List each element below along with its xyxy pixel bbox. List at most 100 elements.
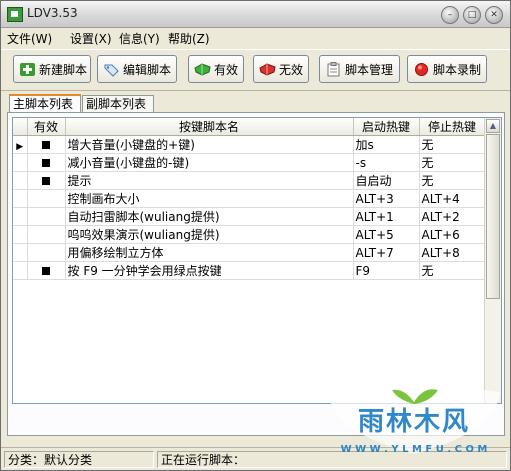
scroll-up-arrow-icon[interactable]: ▲ <box>486 119 500 133</box>
table-row[interactable]: 呜呜效果演示(wuliang提供) ALT+5 ALT+6 <box>13 225 486 244</box>
disable-button[interactable]: 无效 <box>253 55 309 83</box>
start-hotkey-cell[interactable]: 加s <box>353 135 420 154</box>
row-indicator <box>13 261 28 280</box>
menu-info[interactable]: 信息(Y) <box>119 30 160 47</box>
row-indicator <box>13 189 28 208</box>
start-hotkey-cell[interactable]: -s <box>353 153 420 172</box>
table-row[interactable]: 按 F9 一分钟学会用绿点按键 F9 无 <box>13 261 486 280</box>
status-category: 分类：默认分类 <box>4 451 154 468</box>
clipboard-icon <box>325 61 342 77</box>
script-record-button[interactable]: 脚本录制 <box>407 55 487 83</box>
tab-sub-scripts[interactable]: 副脚本列表 <box>82 95 154 112</box>
row-indicator <box>13 243 28 262</box>
green-gem-icon <box>194 62 211 77</box>
start-hotkey-cell[interactable]: ALT+5 <box>353 225 420 244</box>
script-manage-button[interactable]: 脚本管理 <box>319 55 400 83</box>
stop-hotkey-cell[interactable]: 无 <box>419 261 486 280</box>
script-record-label: 脚本录制 <box>433 62 482 77</box>
col-header-stop-hotkey[interactable]: 停止热键 <box>419 118 486 136</box>
table-row[interactable]: 控制画布大小 ALT+3 ALT+4 <box>13 189 486 208</box>
col-header-start-hotkey[interactable]: 启动热键 <box>353 118 420 136</box>
menu-help[interactable]: 帮助(Z) <box>168 30 210 47</box>
table-row[interactable]: 减小音量(小键盘的-键) -s 无 <box>13 153 486 172</box>
stop-hotkey-cell[interactable]: 无 <box>419 135 486 154</box>
script-name-cell[interactable]: 自动扫雷脚本(wuliang提供) <box>65 207 354 226</box>
plus-icon <box>19 62 36 77</box>
close-icon: ✕ <box>490 10 498 20</box>
active-cell[interactable] <box>27 171 66 190</box>
stop-hotkey-cell[interactable]: ALT+4 <box>419 189 486 208</box>
script-table: 有效 按键脚本名 启动热键 停止热键 ▶ 增大音量(小键盘的+键) 加s 无减小音量(… <box>12 117 502 404</box>
start-hotkey-cell[interactable]: F9 <box>353 261 420 280</box>
col-header-name[interactable]: 按键脚本名 <box>65 118 354 136</box>
disable-label: 无效 <box>279 62 304 77</box>
watermark-brand: 雨林木风 <box>358 407 470 437</box>
enable-label: 有效 <box>214 62 239 77</box>
start-hotkey-cell[interactable]: ALT+7 <box>353 243 420 262</box>
minimize-button[interactable]: – <box>441 6 459 24</box>
active-cell[interactable] <box>27 135 66 154</box>
stop-hotkey-cell[interactable]: ALT+6 <box>419 225 486 244</box>
window-title: LDV3.53 <box>27 6 78 20</box>
maximize-button[interactable]: □ <box>463 6 481 24</box>
active-cell[interactable] <box>27 189 66 208</box>
edit-script-button[interactable]: 编辑脚本 <box>97 55 177 83</box>
active-cell[interactable] <box>27 207 66 226</box>
row-indicator <box>13 171 28 190</box>
watermark-url: W W W . Y L M F U . C O M <box>341 444 488 455</box>
row-indicator <box>13 153 28 172</box>
active-marker-icon <box>42 158 50 167</box>
tab-main-scripts[interactable]: 主脚本列表 <box>9 94 81 113</box>
script-name-cell[interactable]: 增大音量(小键盘的+键) <box>65 135 354 154</box>
scroll-thumb[interactable] <box>486 134 500 299</box>
enable-button[interactable]: 有效 <box>188 55 244 83</box>
menu-settings[interactable]: 设置(X) <box>70 30 112 47</box>
script-name-cell[interactable]: 减小音量(小键盘的-键) <box>65 153 354 172</box>
menu-file[interactable]: 文件(W) <box>7 30 52 47</box>
active-marker-icon <box>42 140 50 149</box>
script-manage-label: 脚本管理 <box>345 62 394 77</box>
tag-icon <box>103 62 120 77</box>
maximize-icon: □ <box>467 10 477 20</box>
script-name-cell[interactable]: 提示 <box>65 171 354 190</box>
table-row[interactable]: 用偏移绘制立方体 ALT+7 ALT+8 <box>13 243 486 262</box>
active-marker-icon <box>42 176 50 185</box>
row-indicator-header <box>13 118 28 136</box>
new-script-label: 新建脚本 <box>39 62 88 77</box>
record-icon <box>413 62 430 77</box>
script-name-cell[interactable]: 呜呜效果演示(wuliang提供) <box>65 225 354 244</box>
close-button[interactable]: ✕ <box>485 6 503 24</box>
row-indicator <box>13 207 28 226</box>
script-name-cell[interactable]: 用偏移绘制立方体 <box>65 243 354 262</box>
stop-hotkey-cell[interactable]: 无 <box>419 153 486 172</box>
title-bar[interactable]: LDV3.53 – □ ✕ <box>1 1 510 28</box>
table-row[interactable]: 自动扫雷脚本(wuliang提供) ALT+1 ALT+2 <box>13 207 486 226</box>
vertical-scrollbar[interactable]: ▲ <box>484 118 501 403</box>
script-name-cell[interactable]: 控制画布大小 <box>65 189 354 208</box>
table-row[interactable]: 提示 自启动无 <box>13 171 486 190</box>
new-script-button[interactable]: 新建脚本 <box>13 55 91 83</box>
active-cell[interactable] <box>27 261 66 280</box>
stop-hotkey-cell[interactable]: ALT+8 <box>419 243 486 262</box>
stop-hotkey-cell[interactable]: ALT+2 <box>419 207 486 226</box>
red-gem-icon <box>259 62 276 77</box>
start-hotkey-cell[interactable]: 自启动 <box>353 171 420 190</box>
stop-hotkey-cell[interactable]: 无 <box>419 171 486 190</box>
minimize-icon: – <box>447 10 453 20</box>
row-indicator: ▶ <box>13 135 28 154</box>
active-marker-icon <box>42 266 50 275</box>
table-row[interactable]: ▶ 增大音量(小键盘的+键) 加s 无 <box>13 135 486 154</box>
start-hotkey-cell[interactable]: ALT+1 <box>353 207 420 226</box>
row-indicator <box>13 225 28 244</box>
active-cell[interactable] <box>27 243 66 262</box>
watermark-logo: 雨林木风 W W W . Y L M F U . C O M <box>318 384 510 468</box>
table-header-row: 有效 按键脚本名 启动热键 停止热键 <box>13 118 486 136</box>
active-cell[interactable] <box>27 225 66 244</box>
app-icon <box>7 7 23 22</box>
menu-bar: 文件(W) 设置(X) 信息(Y) 帮助(Z) <box>1 28 510 47</box>
script-name-cell[interactable]: 按 F9 一分钟学会用绿点按键 <box>65 261 354 280</box>
start-hotkey-cell[interactable]: ALT+3 <box>353 189 420 208</box>
active-cell[interactable] <box>27 153 66 172</box>
toolbar: 新建脚本 编辑脚本 有效 无效 脚本管理 脚本录制 <box>1 49 510 91</box>
col-header-active[interactable]: 有效 <box>27 118 66 136</box>
